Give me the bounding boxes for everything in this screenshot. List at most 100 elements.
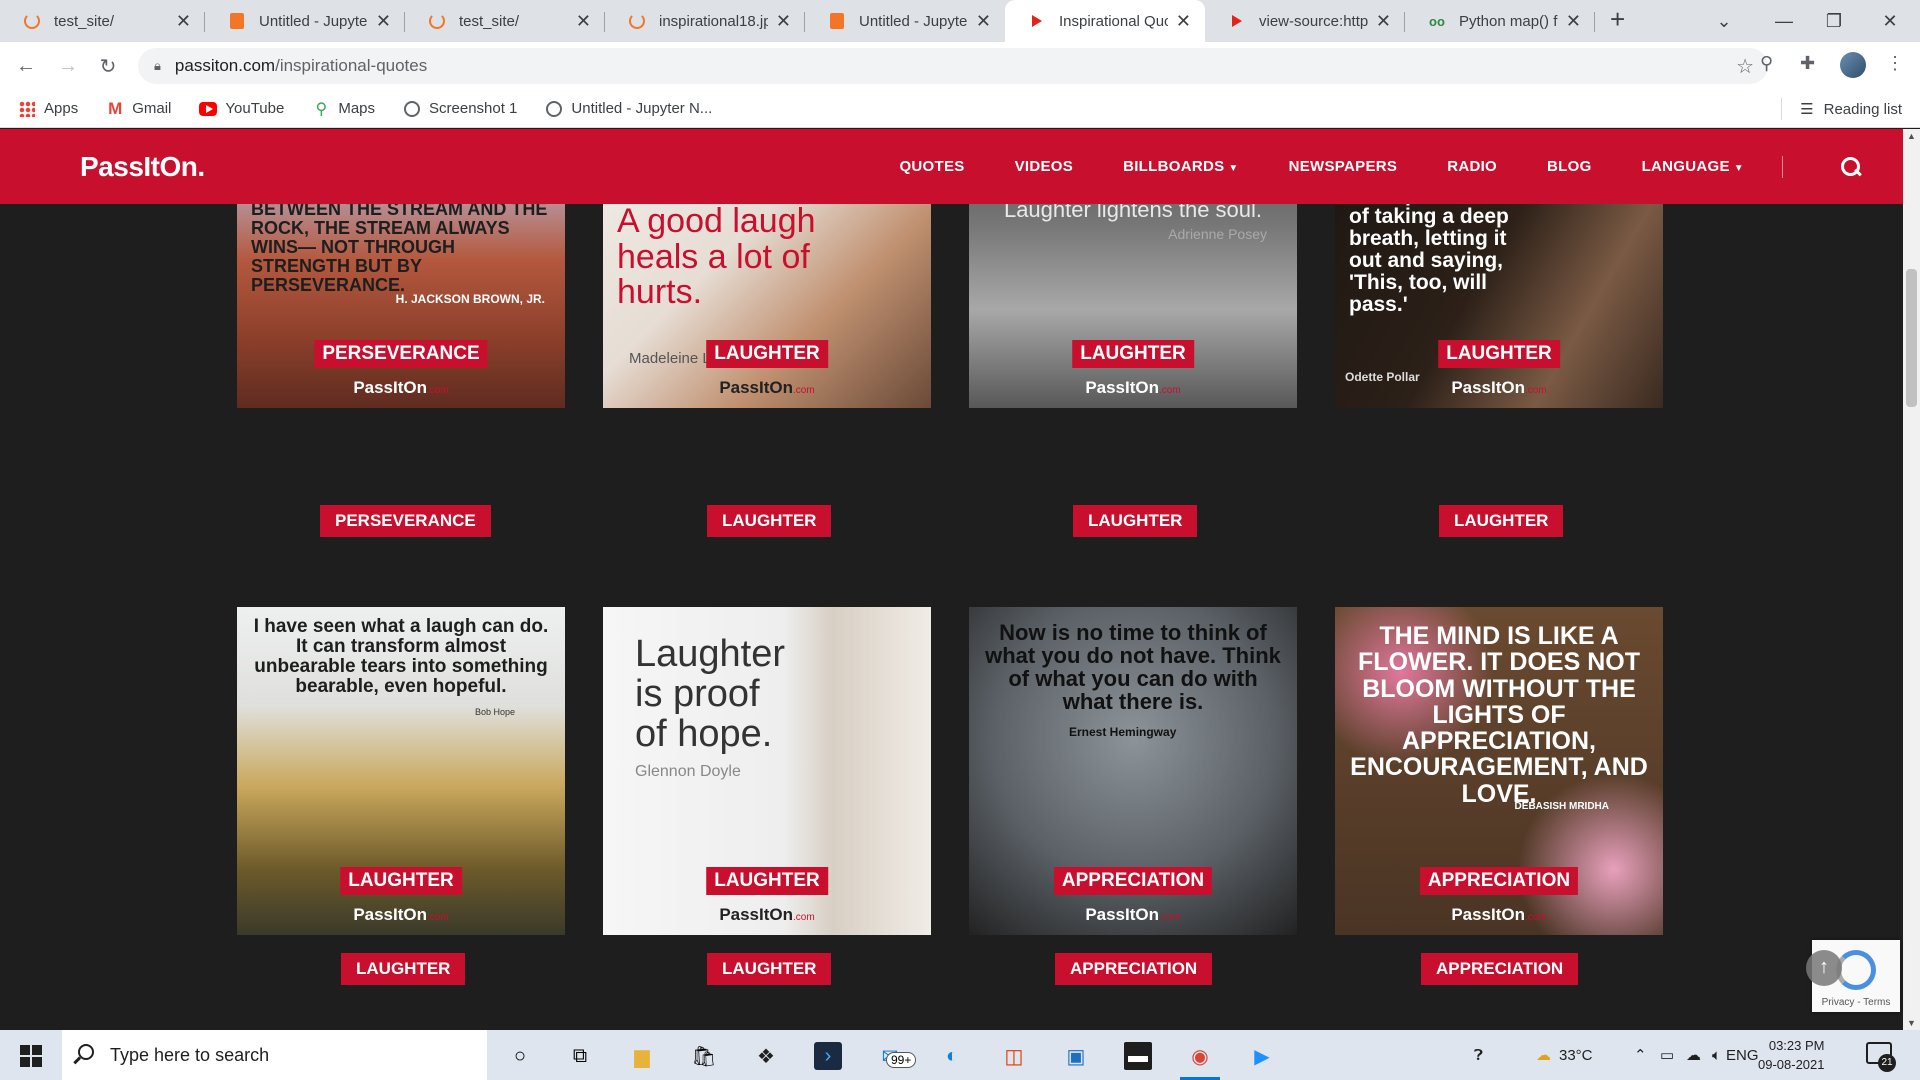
nav-newspapers[interactable]: NEWSPAPERS [1289,158,1398,175]
nav-radio[interactable]: RADIO [1447,158,1497,175]
powershell-icon[interactable]: › [814,1042,842,1070]
windows-start-icon[interactable] [20,1045,42,1067]
browser-tab[interactable]: test_site/ ✕ [0,0,205,42]
dropbox-icon[interactable]: ❖ [752,1042,780,1070]
back-icon[interactable]: ← [10,50,42,82]
extensions-puzzle-icon[interactable]: ✚ [1800,53,1815,74]
edge-icon[interactable]: ◐ [938,1042,966,1070]
bookmark-screenshot[interactable]: Screenshot 1 [403,100,517,118]
brand-suffix: .com [1525,385,1547,396]
quote-card-image[interactable]: Laughter lightens the soul. Adrienne Pos… [969,204,1297,408]
browser-tab[interactable]: Untitled - Jupyter ✕ [805,0,1005,42]
lock-icon[interactable]: 🔒︎ [154,58,161,74]
browser-tab[interactable]: inspirational18.jpg ✕ [605,0,805,42]
browser-tab[interactable]: Untitled - Jupyter ✕ [205,0,405,42]
back-to-top-button[interactable]: ↑ [1806,950,1842,986]
category-button[interactable]: LAUGHTER [707,953,832,985]
bookmark-maps[interactable]: ⚲ Maps [312,100,375,118]
bookmark-jupyter[interactable]: Untitled - Jupyter N... [545,100,712,118]
volume-icon[interactable]: 🔈︎ [1712,1030,1721,1080]
close-tab-icon[interactable]: ✕ [776,11,791,32]
category-button[interactable]: LAUGHTER [707,505,832,537]
quote-card-image[interactable]: the relax. It's the equivalent of taking… [1335,204,1663,408]
office-icon[interactable]: ◫ [1000,1042,1028,1070]
reload-icon[interactable]: ↻ [92,50,124,82]
scrollbar-thumb[interactable] [1906,269,1917,407]
nav-label: NEWSPAPERS [1288,158,1398,175]
quote-card-image[interactable]: I have seen what a laugh can do. It can … [237,607,565,935]
reading-list-button[interactable]: ☰ Reading list [1781,90,1902,128]
category-button[interactable]: PERSEVERANCE [320,505,491,537]
chrome-menu-icon[interactable]: ⋮ [1886,53,1904,74]
close-tab-icon[interactable]: ✕ [1566,11,1581,32]
close-tab-icon[interactable]: ✕ [376,11,391,32]
remote-desktop-icon[interactable]: ▣ [1062,1042,1090,1070]
bookmark-youtube[interactable]: YouTube [199,100,284,118]
close-tab-icon[interactable]: ✕ [1376,11,1391,32]
site-logo[interactable]: PassItOn. [80,151,205,183]
help-icon[interactable]: ❓︎ [1474,1030,1483,1080]
terminal-icon[interactable]: ▬ [1124,1042,1152,1070]
media-player-icon[interactable]: ▶ [1248,1042,1276,1070]
globe-icon [545,100,563,118]
close-tab-icon[interactable]: ✕ [1176,11,1191,32]
nav-language[interactable]: LANGUAGE ▼ [1642,158,1744,175]
browser-tab-active[interactable]: Inspirational Quo ✕ [1005,0,1205,42]
task-view-icon[interactable]: ⧉ [566,1042,594,1070]
bookmark-gmail[interactable]: M Gmail [106,99,171,118]
tray-chevron-icon[interactable]: ⌃ [1634,1030,1647,1080]
tab-title: test_site/ [54,12,115,30]
page-scrollbar[interactable]: ▲ ▼ [1903,129,1920,1030]
taskbar-search-placeholder: Type here to search [110,1044,270,1065]
browser-tab[interactable]: oo Python map() fun ✕ [1405,0,1595,42]
quote-card-image[interactable]: Now is no time to think of what you do n… [969,607,1297,935]
close-tab-icon[interactable]: ✕ [976,11,991,32]
category-button[interactable]: APPRECIATION [1421,953,1579,985]
quote-card-image[interactable]: A good laugh heals a lot of hurts. Madel… [603,204,931,408]
close-tab-icon[interactable]: ✕ [176,11,191,32]
restore-icon[interactable]: ❐ [1804,0,1864,42]
onedrive-icon[interactable]: ☁ [1686,1030,1701,1080]
address-toolbar: ← → ↻ 🔒︎ passiton.com/inspirational-quot… [0,42,1920,90]
taskbar-clock[interactable]: 03:23 PM 09-08-2021 [1758,1036,1825,1074]
nav-divider [1782,155,1783,178]
close-tab-icon[interactable]: ✕ [576,11,591,32]
quote-card-image[interactable]: Laughter is proof of hope. Glennon Doyle… [603,607,931,935]
battery-icon[interactable]: ▭ [1660,1030,1674,1080]
nav-quotes[interactable]: QUOTES [899,158,964,175]
profile-avatar[interactable] [1840,52,1866,78]
close-window-icon[interactable]: ✕ [1860,0,1920,42]
store-icon[interactable]: 🛍︎ [690,1042,718,1070]
cortana-icon[interactable]: ○ [506,1042,534,1070]
category-button[interactable]: LAUGHTER [341,953,466,985]
nav-blog[interactable]: BLOG [1547,158,1592,175]
url-bar[interactable]: 🔒︎ passiton.com/inspirational-quotes ☆ [138,48,1768,84]
notebook-icon [827,11,847,31]
quote-author: Bob Hope [474,707,515,717]
search-icon[interactable] [1839,155,1863,179]
category-button[interactable]: LAUGHTER [1073,505,1198,537]
recaptcha-links[interactable]: Privacy - Terms [1812,997,1900,1008]
category-button[interactable]: LAUGHTER [1439,505,1564,537]
weather-widget[interactable]: ☁ 33°C [1536,1030,1593,1080]
forward-icon[interactable]: → [52,50,84,82]
category-button[interactable]: APPRECIATION [1055,953,1213,985]
nav-billboards[interactable]: BILLBOARDS ▼ [1123,158,1239,175]
browser-tab[interactable]: view-source:https ✕ [1205,0,1405,42]
tab-search-icon[interactable]: ⌄ [1694,0,1754,42]
file-explorer-icon[interactable]: ▆ [628,1042,656,1070]
chrome-icon[interactable]: ◉ [1186,1042,1214,1070]
new-tab-button[interactable]: + [1610,4,1625,35]
quote-card-image[interactable]: BETWEEN THE STREAM AND THE ROCK, THE STR… [237,204,565,408]
taskbar-search-box[interactable]: Type here to search [62,1030,487,1080]
nav-videos[interactable]: VIDEOS [1015,158,1073,175]
scroll-up-icon[interactable]: ▲ [1903,131,1920,141]
language-indicator[interactable]: ENG [1726,1030,1759,1080]
bookmark-apps[interactable]: Apps [18,100,78,118]
extension-translate-icon[interactable]: ⚲ [1760,53,1773,74]
scroll-down-icon[interactable]: ▼ [1903,1018,1920,1028]
bookmark-star-icon[interactable]: ☆ [1736,54,1754,79]
browser-tab[interactable]: test_site/ ✕ [405,0,605,42]
quote-card-image[interactable]: THE MIND IS LIKE A FLOWER. IT DOES NOT B… [1335,607,1663,935]
category-stamp: LAUGHTER [1438,340,1560,368]
